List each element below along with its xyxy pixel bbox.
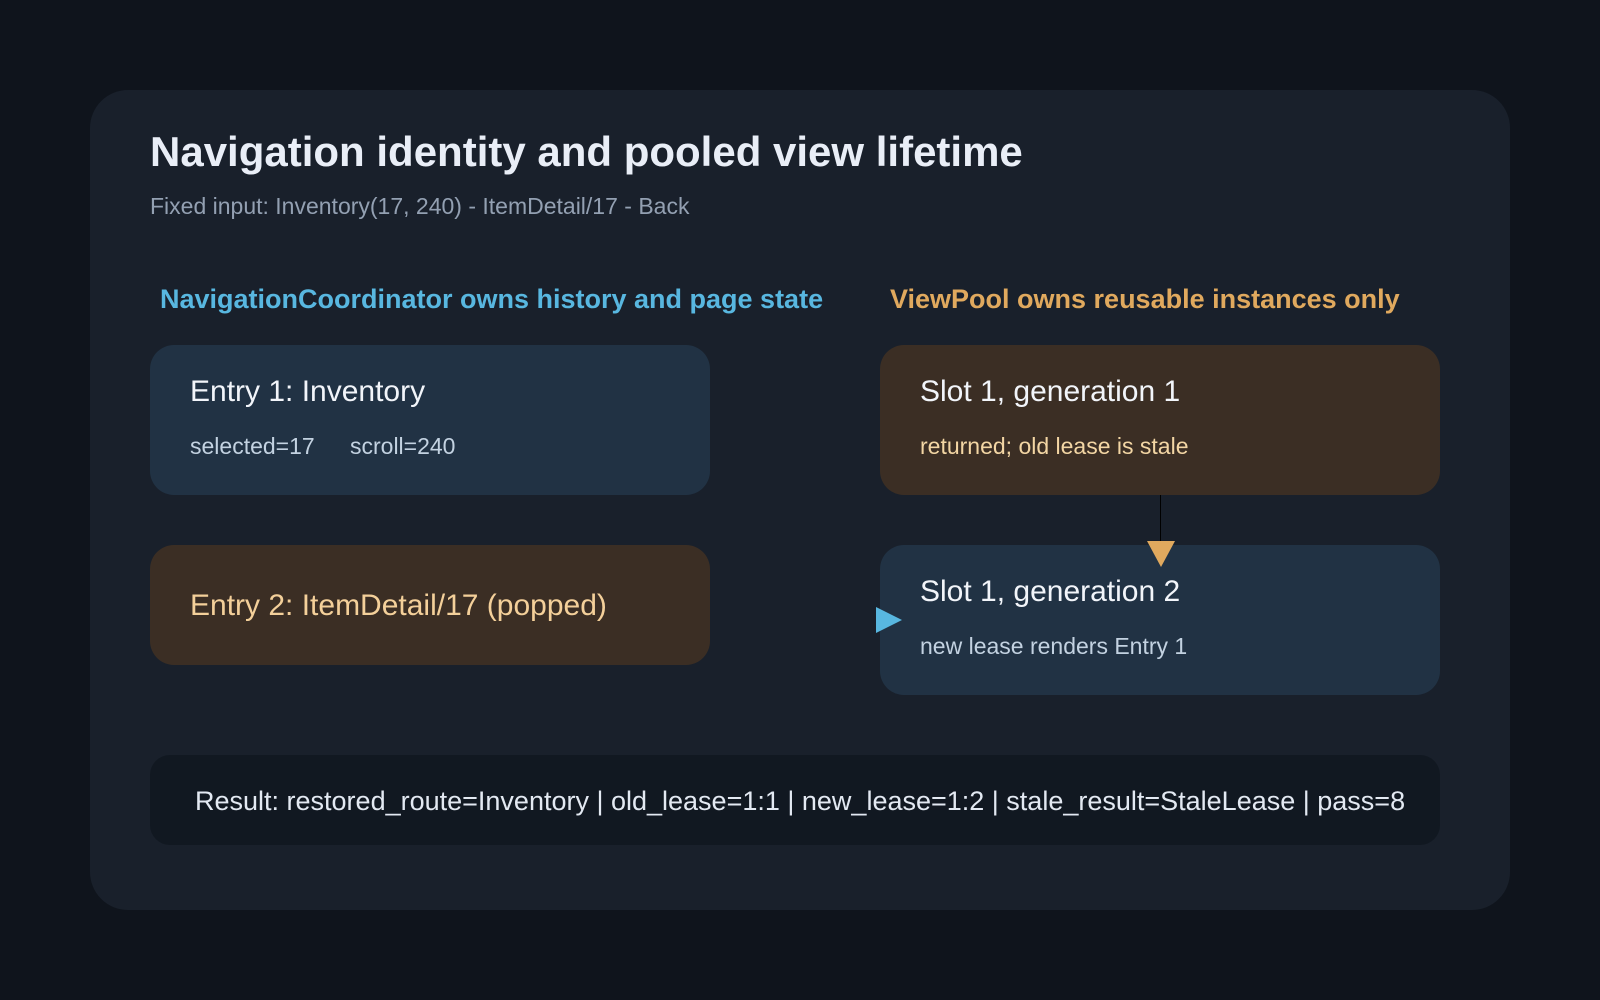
result-box: Result: restored_route=Inventory | old_l…	[150, 755, 1440, 845]
slot-connector-line	[1160, 495, 1161, 545]
slot-generation-2-note: new lease renders Entry 1	[920, 633, 1188, 659]
lease-arrow-right-icon	[876, 607, 902, 633]
diagram-title: Navigation identity and pooled view life…	[150, 128, 1023, 175]
diagram-subtitle: Fixed input: Inventory(17, 240) - ItemDe…	[150, 193, 690, 219]
view-pool-heading: ViewPool owns reusable instances only	[890, 284, 1400, 314]
slot-generation-1-note: returned; old lease is stale	[920, 433, 1189, 459]
slot-generation-2-box: Slot 1, generation 2 new lease renders E…	[880, 545, 1440, 695]
entry-2-box: Entry 2: ItemDetail/17 (popped)	[150, 545, 710, 665]
entry-1-scroll: scroll=240	[350, 433, 456, 459]
generation-arrow-down-icon	[1147, 541, 1175, 567]
diagram-panel: Navigation identity and pooled view life…	[90, 90, 1510, 910]
slot-generation-1-title: Slot 1, generation 1	[920, 375, 1181, 408]
entry-2-title: Entry 2: ItemDetail/17 (popped)	[190, 589, 607, 622]
entry-1-selected: selected=17	[190, 433, 315, 459]
slot-generation-2-title: Slot 1, generation 2	[920, 575, 1181, 608]
coordinator-heading: NavigationCoordinator owns history and p…	[160, 284, 824, 314]
slot-generation-1-box: Slot 1, generation 1 returned; old lease…	[880, 345, 1440, 495]
entry-1-box: Entry 1: Inventory selected=17 scroll=24…	[150, 345, 710, 495]
result-text: Result: restored_route=Inventory | old_l…	[195, 786, 1406, 816]
entry-1-title: Entry 1: Inventory	[190, 375, 426, 408]
